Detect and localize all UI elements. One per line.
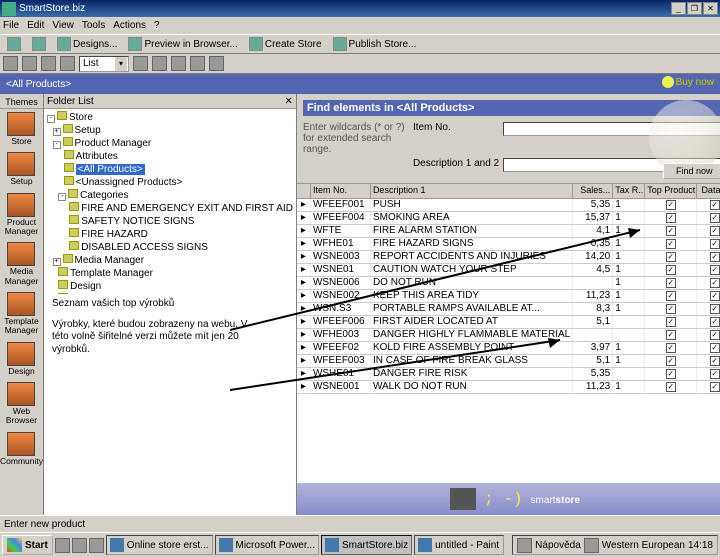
table-row[interactable]: ▸WSNE006DO NOT RUN1✓✓	[297, 277, 720, 290]
toolbar-secondary: List	[0, 54, 720, 74]
browser-icon	[7, 382, 35, 406]
template-icon	[7, 292, 35, 316]
nav-icon-4[interactable]	[60, 56, 75, 71]
table-row[interactable]: ▸WFTEFIRE ALARM STATION4,11✓✓	[297, 225, 720, 238]
table-row[interactable]: ▸WFEEF001PUSH5,351✓✓	[297, 199, 720, 212]
maximize-button[interactable]: ❐	[687, 2, 702, 15]
menu-edit[interactable]: Edit	[27, 20, 44, 31]
close-button[interactable]: ✕	[703, 2, 718, 15]
start-button[interactable]: Start	[2, 535, 53, 555]
sidebar-item-setup[interactable]: Setup	[0, 149, 43, 189]
status-text: Enter new product	[4, 519, 85, 530]
app-icon	[2, 2, 16, 16]
table-row[interactable]: ▸WSN.S3PORTABLE RAMPS AVAILABLE AT...8,3…	[297, 303, 720, 316]
find-hint: Enter wildcards (* or ?) for extended se…	[303, 122, 413, 155]
titlebar: SmartStore.biz _ ❐ ✕	[0, 0, 720, 17]
create-store-button[interactable]: Create Store	[245, 36, 326, 52]
system-tray: Nápověda Western European 14:18	[512, 535, 718, 555]
task-2[interactable]: Microsoft Power...	[215, 535, 319, 555]
table-row[interactable]: ▸WFHE003DANGER HIGHLY FLAMMABLE MATERIAL…	[297, 329, 720, 342]
folder-panel: Folder List ✕ -Store +Setup -Product Man…	[44, 94, 297, 515]
product-icon	[7, 193, 35, 217]
sidebar-item-product-manager[interactable]: Product Manager	[0, 190, 43, 240]
menu-actions[interactable]: Actions	[113, 20, 146, 31]
statusbar: Enter new product	[0, 515, 720, 532]
table-row[interactable]: ▸WFEEF003IN CASE OF FIRE BREAK GLASS5,11…	[297, 355, 720, 368]
find-now-button[interactable]: Find now	[663, 163, 720, 179]
table-row[interactable]: ▸WSNE001WALK DO NOT RUN11,231✓✓	[297, 381, 720, 394]
table-row[interactable]: ▸WFEEF004SMOKING AREA15,371✓✓	[297, 212, 720, 225]
table-row[interactable]: ▸WSNE003REPORT ACCIDENTS AND INJURIES14,…	[297, 251, 720, 264]
annotation-body: Výrobky, které budou zobrazeny na webu. …	[52, 319, 258, 357]
find-label-desc: Description 1 and 2	[413, 158, 503, 172]
table-row[interactable]: ▸WFEEF02KOLD FIRE ASSEMBLY POINT3,971✓✓	[297, 342, 720, 355]
folder-panel-header: Folder List ✕	[44, 94, 296, 109]
design-icon	[7, 342, 35, 366]
menu-view[interactable]: View	[52, 20, 74, 31]
menu-tools[interactable]: Tools	[82, 20, 105, 31]
task-3[interactable]: SmartStore.biz	[321, 535, 412, 555]
tool-icon-5[interactable]	[133, 56, 148, 71]
cart-icon	[450, 488, 476, 510]
bottom-banner: ; -) smartstore	[297, 483, 720, 515]
sidebar-item-template-manager[interactable]: Template Manager	[0, 289, 43, 339]
tool-icon-7[interactable]	[171, 56, 186, 71]
annotation-title: Seznam vašich top výrobků	[52, 298, 258, 311]
menubar: File Edit View Tools Actions ?	[0, 17, 720, 34]
table-row[interactable]: ▸WFHE01FIRE HAZARD SIGNS0,351✓✓	[297, 238, 720, 251]
preview-button[interactable]: Preview in Browser...	[124, 36, 241, 52]
nav-icon-2[interactable]	[22, 56, 37, 71]
content-panel: Find elements in <All Products> Enter wi…	[297, 94, 720, 515]
community-icon	[7, 432, 35, 456]
tree-sel-all-products: <All Products>	[76, 164, 145, 175]
clock: 14:18	[688, 540, 713, 551]
taskbar: Start Online store erst... Microsoft Pow…	[0, 532, 720, 557]
brand-text: smartstore	[531, 490, 580, 508]
folder-panel-close[interactable]: ✕	[285, 96, 293, 107]
store-icon	[7, 112, 35, 136]
tool-icon-8[interactable]	[190, 56, 205, 71]
minimize-button[interactable]: _	[671, 2, 686, 15]
window-title: SmartStore.biz	[19, 3, 85, 14]
path-text: <All Products>	[6, 79, 71, 90]
tool-icon-6[interactable]	[152, 56, 167, 71]
task-4[interactable]: untitled - Paint	[414, 535, 504, 555]
menu-help[interactable]: ?	[154, 20, 160, 31]
setup-icon	[7, 152, 35, 176]
folder-tree[interactable]: -Store +Setup -Product Manager Attribute…	[44, 109, 296, 321]
designs-button[interactable]: Designs...	[53, 36, 121, 52]
annotation-overlay: Seznam vašich top výrobků Výrobky, které…	[50, 294, 260, 376]
media-icon	[7, 242, 35, 266]
nav-icon-1[interactable]	[3, 56, 18, 71]
sidebar-item-store[interactable]: Store	[0, 109, 43, 149]
publish-store-button[interactable]: Publish Store...	[329, 36, 421, 52]
find-box: Find elements in <All Products> Enter wi…	[297, 94, 720, 184]
themes-header: Themes	[0, 96, 43, 109]
sidebar-item-media-manager[interactable]: Media Manager	[0, 239, 43, 289]
table-row[interactable]: ▸WSHE01DANGER FIRE RISK5,35✓✓	[297, 368, 720, 381]
buy-now-link[interactable]: Buy now	[662, 76, 714, 88]
menu-file[interactable]: File	[3, 20, 19, 31]
sidebar-item-web-browser[interactable]: Web Browser	[0, 379, 43, 429]
toolbar-button-2[interactable]	[28, 36, 50, 52]
toolbar-button-1[interactable]	[3, 36, 25, 52]
find-label-itemno: Item No.	[413, 122, 503, 155]
nav-icon-3[interactable]	[41, 56, 56, 71]
themes-bar: Themes Store Setup Product Manager Media…	[0, 94, 44, 515]
tool-icon-9[interactable]	[209, 56, 224, 71]
path-bar: <All Products> Buy now	[0, 74, 720, 94]
table-row[interactable]: ▸WSNE01CAUTION WATCH YOUR STEP4,51✓✓	[297, 264, 720, 277]
product-grid: Item No. Description 1 Sales... Tax R...…	[297, 184, 720, 483]
view-combo[interactable]: List	[79, 56, 129, 72]
task-1[interactable]: Online store erst...	[106, 535, 213, 555]
sidebar-item-community[interactable]: Community	[0, 429, 43, 469]
table-row[interactable]: ▸WSNE002KEEP THIS AREA TIDY11,231✓✓	[297, 290, 720, 303]
toolbar-main: Designs... Preview in Browser... Create …	[0, 34, 720, 54]
sidebar-item-design[interactable]: Design	[0, 339, 43, 379]
smile-text: ; -)	[484, 490, 522, 508]
table-row[interactable]: ▸WFEEF006FIRST AIDER LOCATED AT5,1✓✓	[297, 316, 720, 329]
grid-header: Item No. Description 1 Sales... Tax R...…	[297, 184, 720, 199]
